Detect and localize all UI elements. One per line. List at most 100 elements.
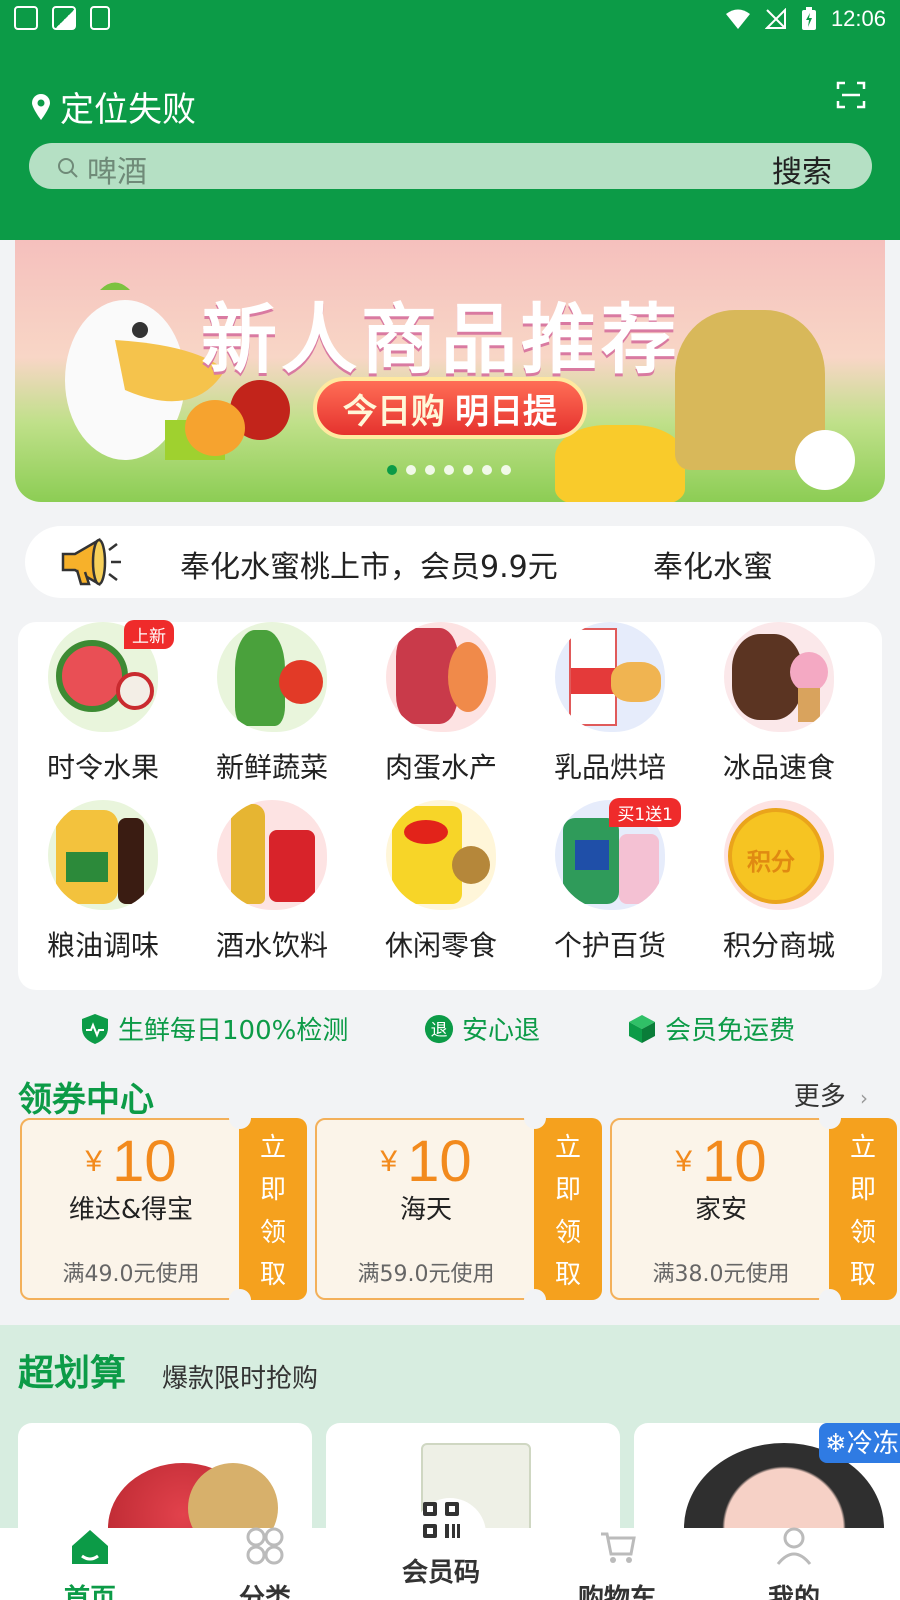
search-bar[interactable]: 啤酒 搜索	[29, 143, 872, 191]
coupon-amount: ¥10	[85, 1129, 177, 1194]
claim-char: 领	[554, 1217, 581, 1248]
category-personal-care[interactable]: 买1送1 个护百货	[525, 798, 695, 964]
nav-label: 首页	[63, 1584, 116, 1600]
fruit-illustration	[185, 400, 245, 456]
app-screen: 12:06 定位失败 啤酒 搜索 新人商品推荐 今日购 明日提 奉化水蜜桃上市，…	[0, 0, 900, 1600]
category-label: 积分商城	[722, 929, 835, 962]
scan-icon[interactable]	[836, 80, 866, 110]
app-notification-icon	[90, 6, 110, 30]
carousel-dot[interactable]	[463, 465, 473, 475]
deals-title: 超划算	[18, 1353, 127, 1394]
coupon-notch	[819, 1289, 841, 1311]
assurance-label: 安心退	[462, 1016, 541, 1046]
carousel-dot[interactable]	[406, 465, 416, 475]
coupon-condition: 满59.0元使用	[357, 1262, 495, 1287]
nav-label: 分类	[238, 1584, 291, 1600]
banner-pill-right: 明日提	[455, 391, 557, 432]
coupon-body: ¥10 维达&得宝 满49.0元使用	[20, 1118, 242, 1300]
location-selector[interactable]: 定位失败	[30, 82, 196, 131]
category-frozen-food[interactable]: 冰品速食	[694, 622, 864, 786]
search-icon	[58, 158, 78, 178]
category-drinks[interactable]: 酒水饮料	[187, 800, 357, 964]
service-assurances: 生鲜每日100%检测 退 安心退 会员免运费	[0, 1010, 900, 1050]
qrcode-icon	[423, 1502, 460, 1538]
announcement-bar[interactable]: 奉化水蜜桃上市，会员9.9元 奉化水蜜	[25, 526, 875, 598]
meat-shrimp-icon	[386, 622, 496, 732]
carousel-dot[interactable]	[425, 465, 435, 475]
search-input[interactable]: 啤酒	[87, 147, 147, 191]
claim-char: 即	[849, 1175, 876, 1206]
assurance-inspection: 生鲜每日100%检测	[80, 1010, 348, 1047]
refund-icon: 退	[424, 1014, 454, 1043]
points-coin-icon: 积分	[724, 800, 834, 910]
claim-char: 取	[554, 1260, 581, 1291]
category-label: 时令水果	[46, 751, 159, 784]
coupon-card[interactable]: ¥10 维达&得宝 满49.0元使用 立即领取	[20, 1107, 307, 1311]
box-icon	[629, 1014, 655, 1043]
carousel-dot[interactable]	[444, 465, 454, 475]
nav-category[interactable]: 分类	[175, 1527, 355, 1600]
claim-char: 领	[849, 1217, 876, 1248]
assurance-free-shipping: 会员免运费	[627, 1010, 795, 1047]
milk-bread-icon	[555, 622, 665, 732]
category-snacks[interactable]: 休闲零食	[356, 800, 526, 964]
category-grid: 上新 时令水果 新鲜蔬菜 肉蛋水产 乳品烘培 冰品速食 粮油调味 酒水饮料 休闲…	[18, 620, 882, 990]
claim-coupon-button[interactable]: 立即领取	[239, 1118, 307, 1300]
oil-soysauce-icon	[48, 800, 158, 910]
promo-badge: 买1送1	[609, 798, 681, 827]
nav-label: 会员码	[401, 1558, 480, 1588]
claim-coupon-button[interactable]: 立即领取	[534, 1118, 602, 1300]
nav-label: 购物车	[577, 1584, 656, 1600]
wifi-icon	[725, 9, 750, 29]
bok-choy-tomato-icon	[217, 622, 327, 732]
frozen-tag: ❄冷冻	[819, 1423, 900, 1463]
coupon-condition: 满38.0元使用	[652, 1262, 790, 1287]
coupon-card[interactable]: ¥10 海天 满59.0元使用 立即领取	[315, 1107, 602, 1311]
assurance-label: 会员免运费	[665, 1016, 796, 1046]
nav-member-code[interactable]: 会员码	[351, 1502, 531, 1600]
new-badge: 上新	[124, 620, 174, 649]
carousel-dot[interactable]	[482, 465, 492, 475]
category-label: 酒水饮料	[215, 929, 328, 962]
category-dairy-bakery[interactable]: 乳品烘培	[525, 622, 695, 786]
coupon-card[interactable]: ¥10 家安 满38.0元使用 立即领取	[610, 1107, 897, 1311]
beer-cola-icon	[217, 800, 327, 910]
cart-icon	[601, 1532, 636, 1563]
coupon-notch	[229, 1107, 251, 1129]
carousel-dot[interactable]	[501, 465, 511, 475]
coupon-notch	[229, 1289, 251, 1311]
signal-icon	[764, 8, 786, 29]
coupon-body: ¥10 家安 满38.0元使用	[610, 1118, 832, 1300]
carousel-dot[interactable]	[387, 465, 397, 475]
announcement-text-repeat: 奉化水蜜	[653, 550, 773, 585]
promo-banner[interactable]: 新人商品推荐 今日购 明日提	[15, 240, 885, 502]
clock: 12:06	[830, 6, 886, 31]
category-points-mall[interactable]: 积分 积分商城	[694, 800, 864, 964]
nav-profile[interactable]: 我的	[704, 1527, 884, 1600]
category-meat-seafood[interactable]: 肉蛋水产	[356, 622, 526, 786]
coupon-notch	[524, 1107, 546, 1129]
assurance-label: 生鲜每日100%检测	[118, 1016, 349, 1046]
claim-coupon-button[interactable]: 立即领取	[829, 1118, 897, 1300]
home-icon	[72, 1530, 108, 1564]
claim-char: 立	[554, 1132, 581, 1163]
claim-char: 立	[849, 1132, 876, 1163]
nav-cart[interactable]: 购物车	[527, 1528, 707, 1600]
search-button[interactable]: 搜索	[772, 147, 832, 191]
coupon-body: ¥10 海天 满59.0元使用	[315, 1118, 537, 1300]
steak-icecream-icon	[724, 622, 834, 732]
deals-subtitle: 爆款限时抢购	[162, 1364, 319, 1394]
category-vegetables[interactable]: 新鲜蔬菜	[187, 622, 357, 786]
carousel-dots	[387, 465, 511, 475]
battery-icon	[801, 7, 816, 30]
coupon-brand: 海天	[399, 1195, 452, 1225]
claim-char: 立	[259, 1132, 286, 1163]
nav-home[interactable]: 首页	[0, 1528, 180, 1600]
coupon-amount: ¥10	[380, 1129, 472, 1194]
coupon-center-title: 领券中心	[18, 1080, 154, 1120]
category-grain-oil[interactable]: 粮油调味	[18, 800, 188, 964]
category-label: 新鲜蔬菜	[215, 751, 328, 784]
category-fruit[interactable]: 上新 时令水果	[18, 620, 188, 786]
flower-illustration	[795, 430, 855, 490]
claim-char: 即	[259, 1175, 286, 1206]
